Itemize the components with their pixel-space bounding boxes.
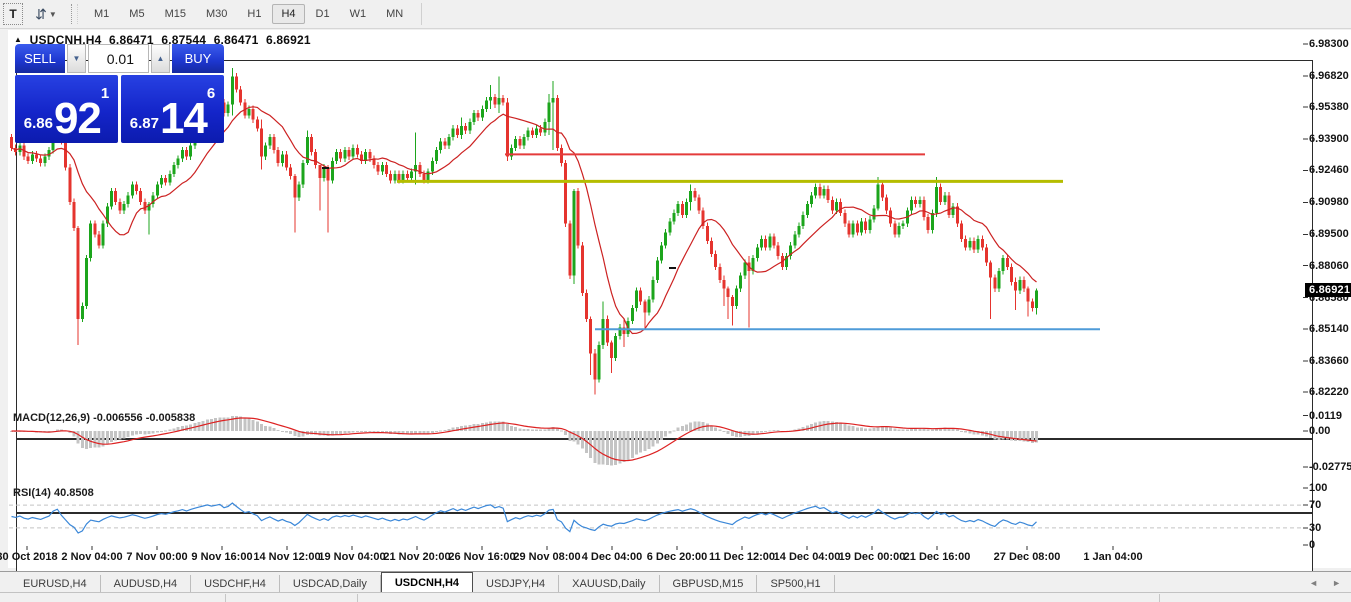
timeframe-button-h4[interactable]: H4 xyxy=(272,4,304,24)
top-toolbar: T ⇵ ▼ M1M5M15M30H1H4D1W1MN xyxy=(0,0,1351,29)
price-axis-label: 6.89500 xyxy=(1309,228,1351,240)
time-axis-label: 21 Nov 20:00 xyxy=(383,551,450,563)
timeframe-button-w1[interactable]: W1 xyxy=(341,4,376,24)
time-axis-label: 14 Nov 12:00 xyxy=(253,551,320,563)
chart-tab-sp500[interactable]: SP500,H1 xyxy=(757,575,834,593)
time-axis-label: 6 Dec 20:00 xyxy=(647,551,708,563)
one-click-trading-panel: SELL ▼ 0.01 ▲ BUY 6.86 92 1 6.87 1 xyxy=(15,44,224,143)
buy-price-point: 6 xyxy=(207,85,215,102)
buy-price-pips: 14 xyxy=(160,99,207,139)
time-axis-label: 2 Nov 04:00 xyxy=(61,551,122,563)
arrows-icon: ⇵ xyxy=(35,7,47,21)
chart-tab-audusd[interactable]: AUDUSD,H4 xyxy=(101,575,192,593)
price-axis-label: 6.96820 xyxy=(1309,70,1351,82)
rsi-axis-label: 0 xyxy=(1309,539,1351,551)
time-axis-label: 14 Dec 04:00 xyxy=(774,551,841,563)
text-tool-icon: T xyxy=(9,7,16,21)
price-axis-label: 6.92460 xyxy=(1309,164,1351,176)
ohlc-close: 6.86921 xyxy=(266,33,311,47)
toolbar-grip xyxy=(71,4,78,24)
sell-price-box[interactable]: 6.86 92 1 xyxy=(15,75,118,143)
time-axis-label: 30 Oct 2018 xyxy=(0,551,58,563)
time-axis-label: 27 Dec 08:00 xyxy=(994,551,1061,563)
macd-main-value: -0.006556 xyxy=(93,412,143,424)
price-axis-label: 6.98300 xyxy=(1309,38,1351,50)
rsi-value: 40.8508 xyxy=(54,487,94,499)
macd-axis-label: -0.027754 xyxy=(1309,461,1351,473)
macd-axis-label: 0.00 xyxy=(1309,425,1351,437)
rsi-axis-label: 100 xyxy=(1309,482,1351,494)
time-axis-label: 26 Nov 16:00 xyxy=(448,551,515,563)
time-axis-label: 7 Nov 00:00 xyxy=(126,551,187,563)
time-axis-label: 21 Dec 16:00 xyxy=(904,551,971,563)
macd-axis-label: 0.0119 xyxy=(1309,410,1351,422)
buy-button[interactable]: BUY xyxy=(172,44,224,73)
time-axis-label: 4 Dec 04:00 xyxy=(582,551,643,563)
direction-arrow-icon: ▲ xyxy=(14,35,22,44)
time-axis-label: 1 Jan 04:00 xyxy=(1083,551,1142,563)
volume-field[interactable]: 0.01 xyxy=(88,44,149,73)
timeframe-button-m30[interactable]: M30 xyxy=(197,4,236,24)
buy-price-prefix: 6.87 xyxy=(130,115,159,132)
chart-tab-eurusd[interactable]: EURUSD,H4 xyxy=(10,575,101,593)
chart-tab-bar: EURUSD,H4AUDUSD,H4USDCHF,H4USDCAD,DailyU… xyxy=(0,571,1351,593)
time-axis-label: 19 Dec 00:00 xyxy=(839,551,906,563)
rsi-axis-label: 30 xyxy=(1309,522,1351,534)
time-axis-label: 29 Nov 08:00 xyxy=(513,551,580,563)
chevron-down-icon: ▼ xyxy=(49,10,57,19)
time-axis-label: 9 Nov 16:00 xyxy=(191,551,252,563)
chart-tab-gbpusd[interactable]: GBPUSD,M15 xyxy=(660,575,758,593)
current-price-badge: 6.86921 xyxy=(1305,283,1351,297)
spinner-up-icon: ▲ xyxy=(157,54,165,63)
chart-tab-usdjpy[interactable]: USDJPY,H4 xyxy=(473,575,559,593)
timeframe-button-m1[interactable]: M1 xyxy=(85,4,118,24)
time-axis-label: 19 Nov 04:00 xyxy=(318,551,385,563)
rsi-pane[interactable] xyxy=(16,513,1313,578)
chart-tab-usdchf[interactable]: USDCHF,H4 xyxy=(191,575,280,593)
text-tool-button[interactable]: T xyxy=(3,3,23,25)
price-axis-label: 6.88060 xyxy=(1309,260,1351,272)
volume-decrease-button[interactable]: ▼ xyxy=(67,44,86,73)
timeframe-button-m15[interactable]: M15 xyxy=(156,4,195,24)
rsi-axis-label: 70 xyxy=(1309,499,1351,511)
chart-tab-xauusd[interactable]: XAUUSD,Daily xyxy=(559,575,659,593)
timeframe-button-m5[interactable]: M5 xyxy=(120,4,153,24)
macd-signal-value: -0.005838 xyxy=(146,412,196,424)
timeframe-button-mn[interactable]: MN xyxy=(377,4,412,24)
price-axis-label: 6.82220 xyxy=(1309,386,1351,398)
macd-label: MACD(12,26,9) -0.006556 -0.005838 xyxy=(13,412,195,424)
toolbar-separator xyxy=(421,3,422,25)
price-axis-label: 6.95380 xyxy=(1309,101,1351,113)
price-axis-label: 6.85140 xyxy=(1309,323,1351,335)
sell-price-point: 1 xyxy=(101,85,109,102)
volume-increase-button[interactable]: ▲ xyxy=(151,44,170,73)
macd-pane[interactable] xyxy=(16,439,1313,513)
time-axis-label: 11 Dec 12:00 xyxy=(709,551,775,563)
timeframe-button-h1[interactable]: H1 xyxy=(238,4,270,24)
sell-price-prefix: 6.86 xyxy=(24,115,53,132)
price-axis-label: 6.93900 xyxy=(1309,133,1351,145)
price-axis-label: 6.90980 xyxy=(1309,196,1351,208)
sell-button[interactable]: SELL xyxy=(15,44,65,73)
sell-price-pips: 92 xyxy=(54,99,101,139)
timeframe-button-d1[interactable]: D1 xyxy=(307,4,339,24)
arrows-tool-button[interactable]: ⇵ ▼ xyxy=(31,4,61,24)
buy-price-box[interactable]: 6.87 14 6 xyxy=(121,75,224,143)
spinner-down-icon: ▼ xyxy=(73,54,81,63)
chart-tab-usdcad[interactable]: USDCAD,Daily xyxy=(280,575,381,593)
price-axis-label: 6.83660 xyxy=(1309,355,1351,367)
chart-tab-usdcnh[interactable]: USDCNH,H4 xyxy=(381,572,473,593)
tab-scroll-right-icon[interactable]: ► xyxy=(1332,578,1341,588)
rsi-label: RSI(14) 40.8508 xyxy=(13,487,94,499)
tab-scroll-left-icon[interactable]: ◄ xyxy=(1309,578,1318,588)
timeframe-toolbar: M1M5M15M30H1H4D1W1MN xyxy=(84,0,413,28)
mt4-window: T ⇵ ▼ M1M5M15M30H1H4D1W1MN ▲ USDCNH,H4 6… xyxy=(0,0,1351,601)
